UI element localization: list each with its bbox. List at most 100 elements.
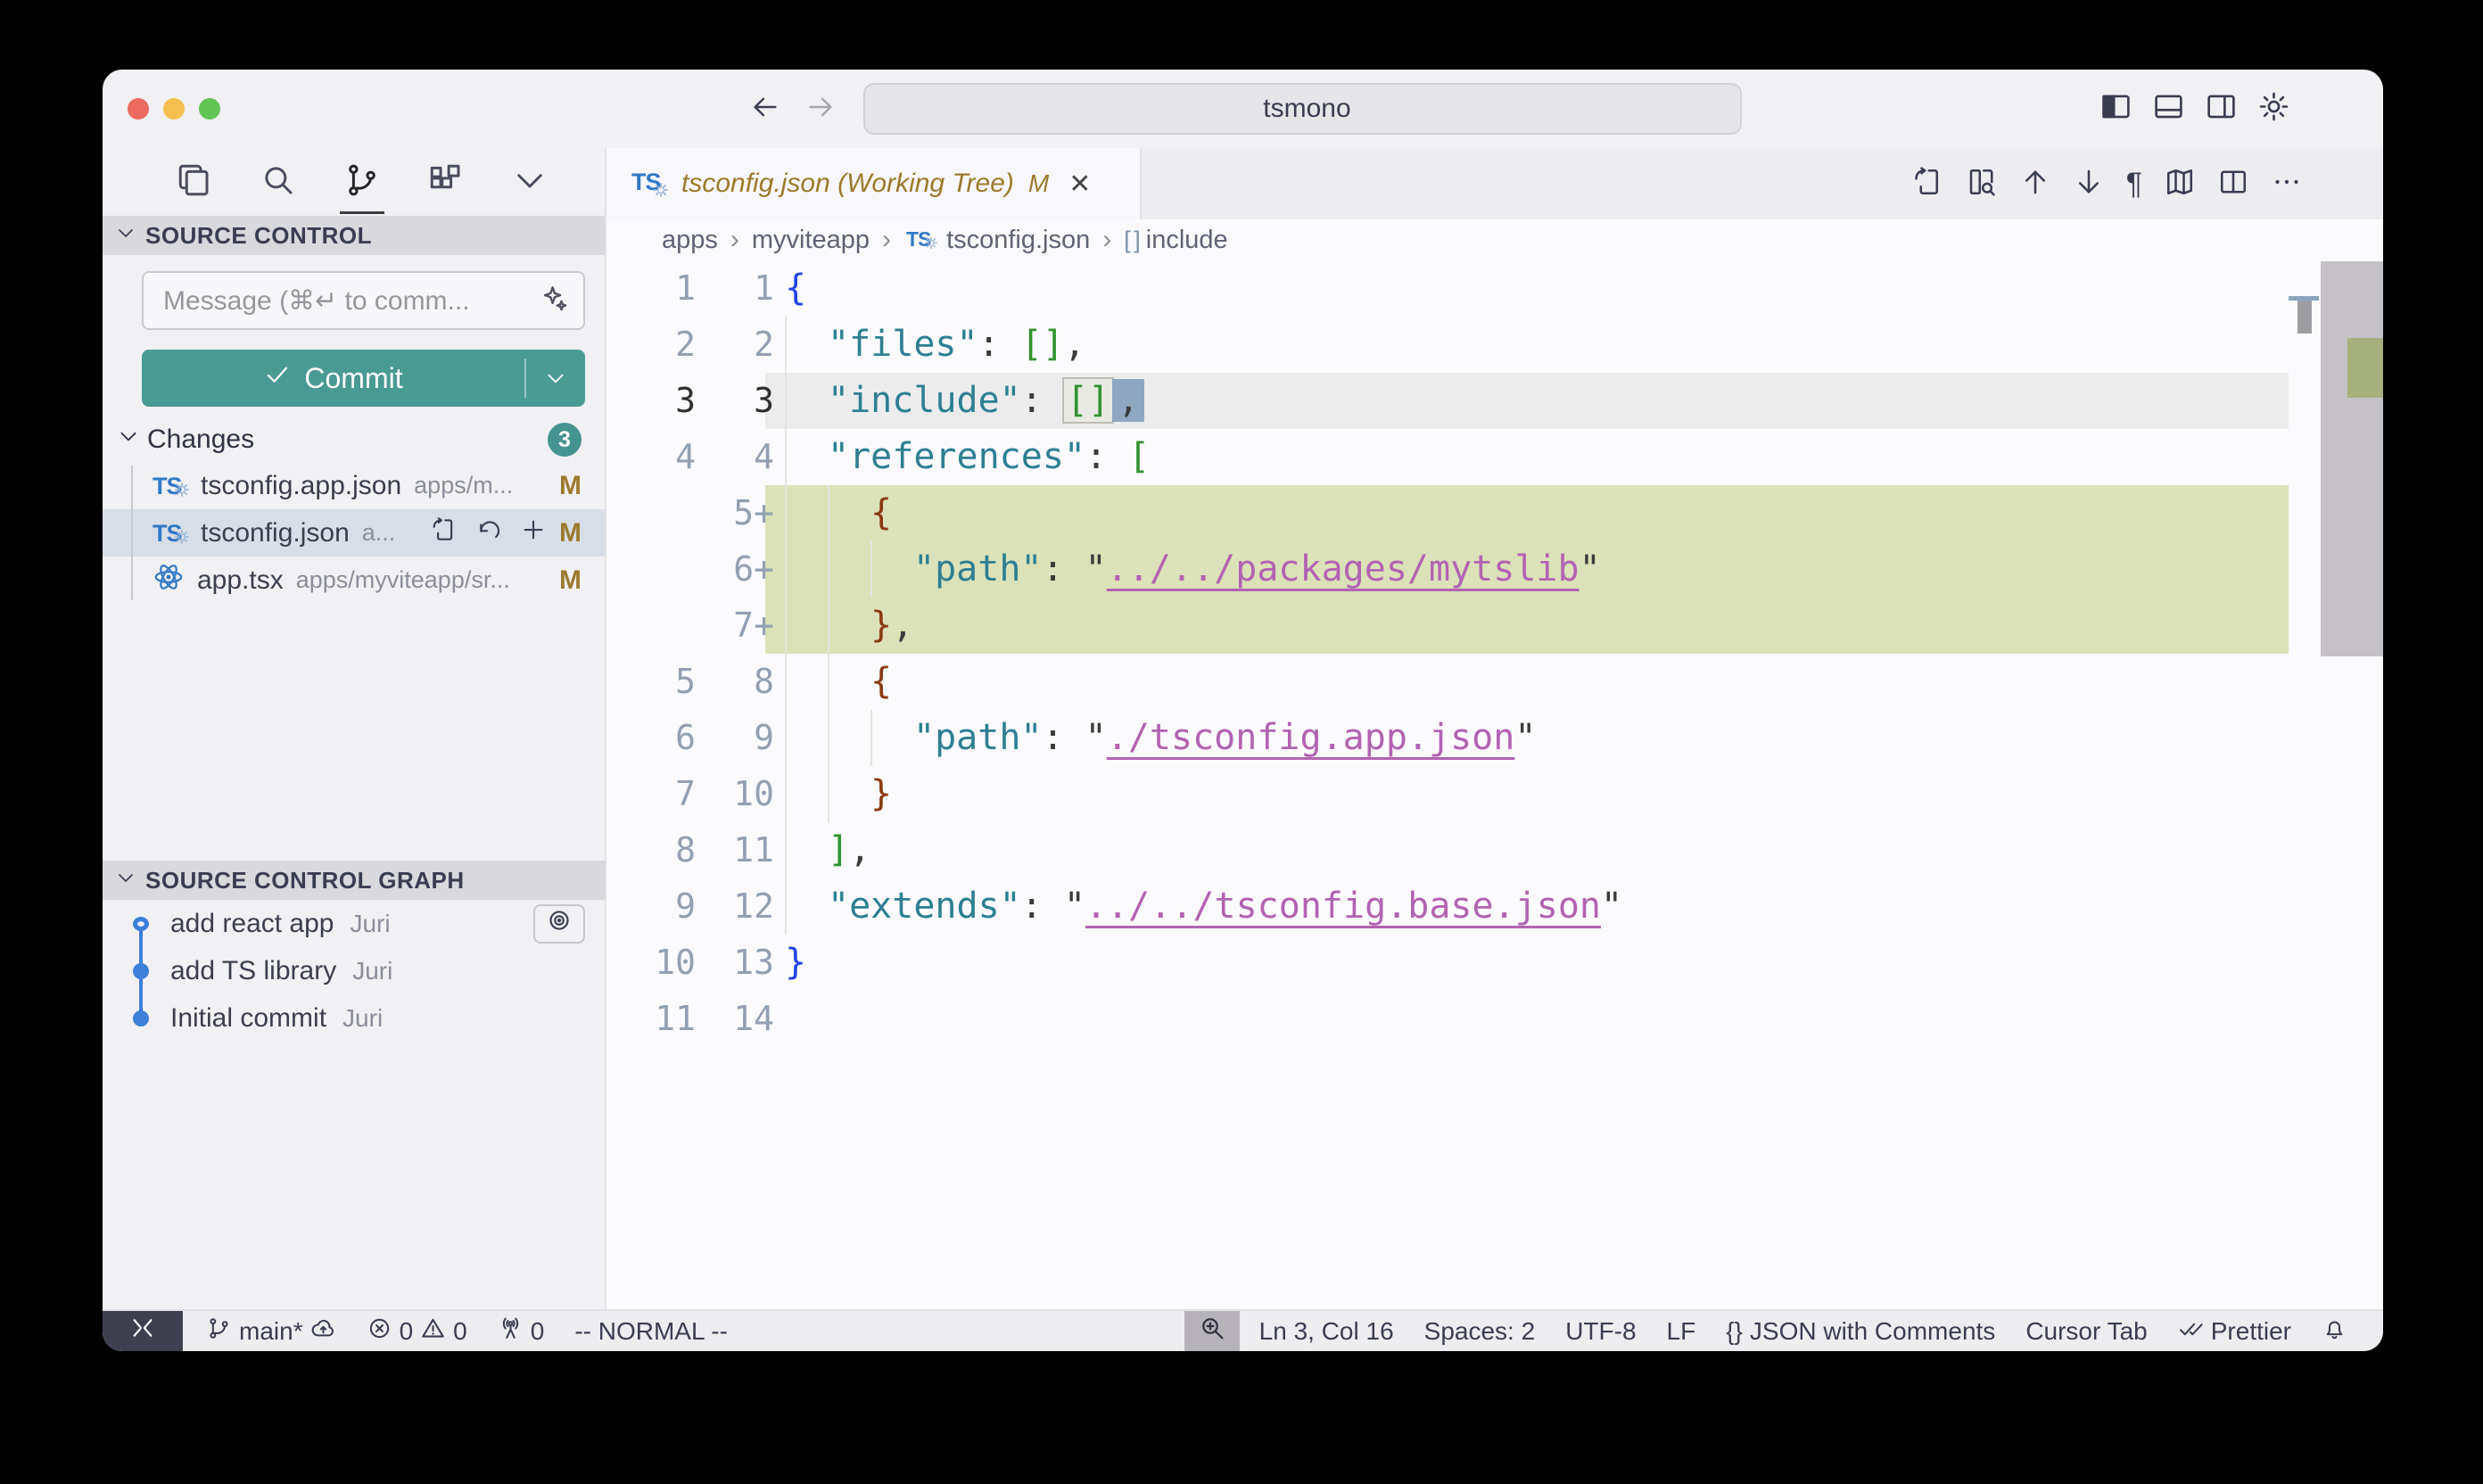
line-number-gutter: 811 bbox=[606, 822, 774, 878]
code-line[interactable]: 58{ bbox=[606, 654, 2383, 710]
prettier[interactable]: Prettier bbox=[2178, 1315, 2291, 1348]
map-button[interactable] bbox=[2164, 166, 2196, 202]
activity-item-explorer[interactable] bbox=[176, 148, 213, 216]
toggle-panel-button[interactable] bbox=[2152, 90, 2185, 128]
activity-bar bbox=[103, 148, 605, 216]
review-mode-button[interactable] bbox=[1966, 166, 1998, 202]
remote-indicator[interactable] bbox=[103, 1311, 183, 1351]
ports-status[interactable]: 0 bbox=[498, 1315, 545, 1348]
changed-file-row[interactable]: TStsconfig.jsona...M bbox=[103, 509, 605, 556]
indent-guide bbox=[828, 598, 829, 654]
react-icon bbox=[153, 561, 185, 600]
commit-row[interactable]: add react appJuri bbox=[103, 900, 605, 947]
commit-button[interactable]: Commit bbox=[142, 350, 585, 407]
zoom-window-button[interactable] bbox=[199, 98, 220, 120]
editor-group: TS tsconfig.json (Working Tree) M ✕ ¶ ap… bbox=[606, 148, 2383, 1309]
problems-status-label: 0 bbox=[400, 1317, 414, 1346]
notifications[interactable] bbox=[2322, 1315, 2347, 1348]
commit-dot bbox=[133, 1010, 149, 1026]
indent-guide bbox=[828, 485, 829, 541]
indentation[interactable]: Spaces: 2 bbox=[1424, 1317, 1536, 1346]
cursor-tab[interactable]: Cursor Tab bbox=[2025, 1317, 2147, 1346]
file-link[interactable]: ./tsconfig.app.json bbox=[1107, 717, 1515, 758]
code-line[interactable]: 5+{ bbox=[606, 485, 2383, 541]
code-line[interactable]: 1013} bbox=[606, 935, 2383, 991]
breadcrumb-item-include[interactable]: [ ]include bbox=[1124, 226, 1227, 255]
code-line[interactable]: 69"path": "./tsconfig.app.json" bbox=[606, 710, 2383, 766]
code-editor[interactable]: 11{22"files": [],33"include": [],44"refe… bbox=[606, 260, 2383, 1309]
open-changes-button[interactable] bbox=[1912, 166, 1944, 202]
close-window-button[interactable] bbox=[128, 98, 149, 120]
tree-indent-guide bbox=[131, 466, 133, 600]
activity-item-extensions[interactable] bbox=[427, 148, 465, 216]
activity-item-source-control[interactable] bbox=[343, 148, 381, 216]
language-mode[interactable]: {}JSON with Comments bbox=[1726, 1317, 1995, 1346]
modified-badge: M bbox=[559, 518, 582, 548]
activity-item-search[interactable] bbox=[260, 148, 297, 216]
code-line[interactable]: 11{ bbox=[606, 260, 2383, 317]
split-editor-button[interactable] bbox=[2217, 166, 2249, 202]
sparkle-icon[interactable] bbox=[539, 284, 569, 318]
indent-guide bbox=[828, 654, 829, 710]
commit-row[interactable]: Initial commitJuri bbox=[103, 994, 605, 1042]
previous-change-button[interactable] bbox=[2019, 166, 2051, 202]
file-link[interactable]: ../../tsconfig.base.json bbox=[1085, 886, 1601, 927]
problems-status[interactable]: 00 bbox=[367, 1315, 467, 1348]
code-line[interactable]: 6+"path": "../../packages/mytslib" bbox=[606, 541, 2383, 598]
tab-tsconfig-working-tree[interactable]: TS tsconfig.json (Working Tree) M ✕ bbox=[606, 148, 1142, 219]
encoding[interactable]: UTF-8 bbox=[1565, 1317, 1636, 1346]
code-line[interactable]: 7+}, bbox=[606, 598, 2383, 654]
open-file-button[interactable] bbox=[431, 516, 458, 550]
next-change-button[interactable] bbox=[2073, 166, 2105, 202]
breadcrumb-item-tsconfig.json[interactable]: TStsconfig.json bbox=[903, 225, 1090, 255]
commit-row[interactable]: add TS libraryJuri bbox=[103, 947, 605, 994]
toggle-secondary-sidebar-button[interactable] bbox=[2205, 90, 2238, 128]
code-line[interactable]: 22"files": [], bbox=[606, 317, 2383, 373]
breadcrumb: apps›myviteapp›TStsconfig.json›[ ]includ… bbox=[606, 219, 2383, 260]
mini-gear-icon bbox=[174, 474, 190, 505]
settings-button[interactable] bbox=[2257, 90, 2290, 128]
eol[interactable]: LF bbox=[1667, 1317, 1696, 1346]
file-link[interactable]: ../../packages/mytslib bbox=[1107, 548, 1580, 589]
breadcrumb-separator-icon: › bbox=[1101, 225, 1113, 255]
vim-mode[interactable]: -- NORMAL -- bbox=[574, 1317, 728, 1346]
minimize-window-button[interactable] bbox=[163, 98, 185, 120]
render-whitespace-button[interactable]: ¶ bbox=[2126, 167, 2142, 202]
changed-file-row[interactable]: app.tsxapps/myviteapp/sr...M bbox=[103, 556, 605, 604]
language-mode-label: JSON with Comments bbox=[1750, 1317, 1995, 1346]
activity-item-more-views[interactable] bbox=[511, 148, 549, 216]
close-tab-icon[interactable]: ✕ bbox=[1068, 169, 1091, 200]
forward-button[interactable] bbox=[805, 92, 836, 127]
source-control-icon bbox=[343, 161, 381, 203]
back-button[interactable] bbox=[750, 92, 780, 127]
command-center-search[interactable]: tsmono bbox=[863, 83, 1742, 135]
code-line[interactable]: 811], bbox=[606, 822, 2383, 878]
git-branch-status[interactable]: main* bbox=[206, 1315, 336, 1348]
breadcrumb-item-myviteapp[interactable]: myviteapp bbox=[752, 226, 870, 255]
source-control-title: SOURCE CONTROL bbox=[145, 222, 372, 250]
source-control-graph-header[interactable]: SOURCE CONTROL GRAPH bbox=[103, 861, 605, 900]
toggle-primary-sidebar-button[interactable] bbox=[2099, 90, 2132, 128]
changed-file-row[interactable]: TStsconfig.app.jsonapps/m...M bbox=[103, 462, 605, 509]
source-control-section-header[interactable]: SOURCE CONTROL bbox=[103, 216, 605, 255]
head-commit-dot bbox=[133, 917, 149, 931]
zoom-in-icon bbox=[1198, 1314, 1226, 1348]
more-actions-button[interactable] bbox=[2271, 166, 2303, 202]
discard-changes-button[interactable] bbox=[475, 516, 502, 550]
code-line[interactable]: 44"references": [ bbox=[606, 429, 2383, 485]
tab-title: tsconfig.json (Working Tree) bbox=[681, 169, 1014, 199]
editor-scrollbar[interactable] bbox=[2321, 261, 2383, 656]
checkout-target-button[interactable] bbox=[533, 904, 585, 944]
stage-changes-button[interactable] bbox=[520, 516, 547, 550]
code-line[interactable]: 33"include": [], bbox=[606, 373, 2383, 429]
commit-dropdown-button[interactable] bbox=[526, 367, 585, 390]
changes-header[interactable]: Changes 3 bbox=[103, 417, 605, 462]
code-line[interactable]: 710} bbox=[606, 766, 2383, 822]
code-line[interactable]: 912"extends": "../../tsconfig.base.json" bbox=[606, 878, 2383, 935]
breadcrumb-item-apps[interactable]: apps bbox=[662, 226, 718, 255]
commit-message-input[interactable]: Message (⌘↵ to comm... bbox=[142, 271, 585, 330]
problems-status-label2: 0 bbox=[453, 1317, 467, 1346]
cursor-position[interactable]: Ln 3, Col 16 bbox=[1259, 1317, 1394, 1346]
code-line[interactable]: 1114 bbox=[606, 991, 2383, 1047]
zoom-indicator[interactable] bbox=[1184, 1311, 1240, 1351]
